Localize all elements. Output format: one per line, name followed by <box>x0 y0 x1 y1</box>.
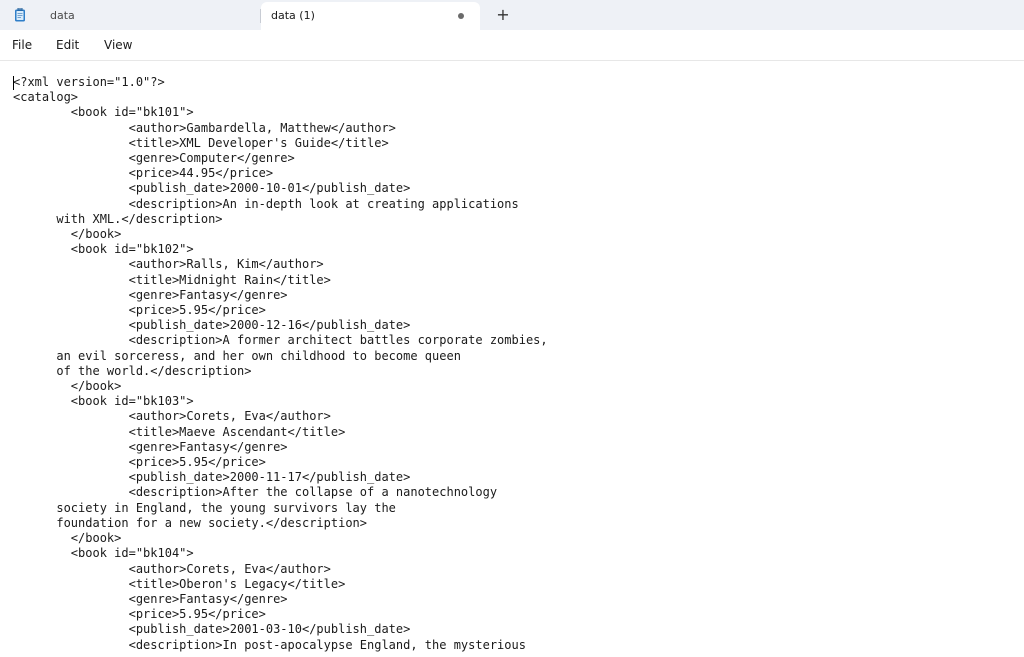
unsaved-dot-icon[interactable] <box>458 13 464 19</box>
new-tab-button[interactable]: + <box>494 5 512 25</box>
tab-label: data (1) <box>271 9 315 22</box>
text-editor[interactable]: <?xml version="1.0"?> <catalog> <book id… <box>0 61 1024 657</box>
menu-file[interactable]: File <box>12 38 32 53</box>
menu-bar: File Edit View <box>0 30 1024 61</box>
title-bar: data data (1) + <box>0 0 1024 30</box>
menu-view[interactable]: View <box>104 38 132 53</box>
editor-content[interactable]: <?xml version="1.0"?> <catalog> <book id… <box>13 75 548 653</box>
tab-data[interactable]: data <box>40 2 260 30</box>
notepad-icon[interactable] <box>14 8 26 22</box>
tab-label: data <box>50 9 75 22</box>
tab-data-1[interactable]: data (1) <box>261 2 480 30</box>
text-caret <box>13 76 14 90</box>
menu-edit[interactable]: Edit <box>56 38 79 53</box>
